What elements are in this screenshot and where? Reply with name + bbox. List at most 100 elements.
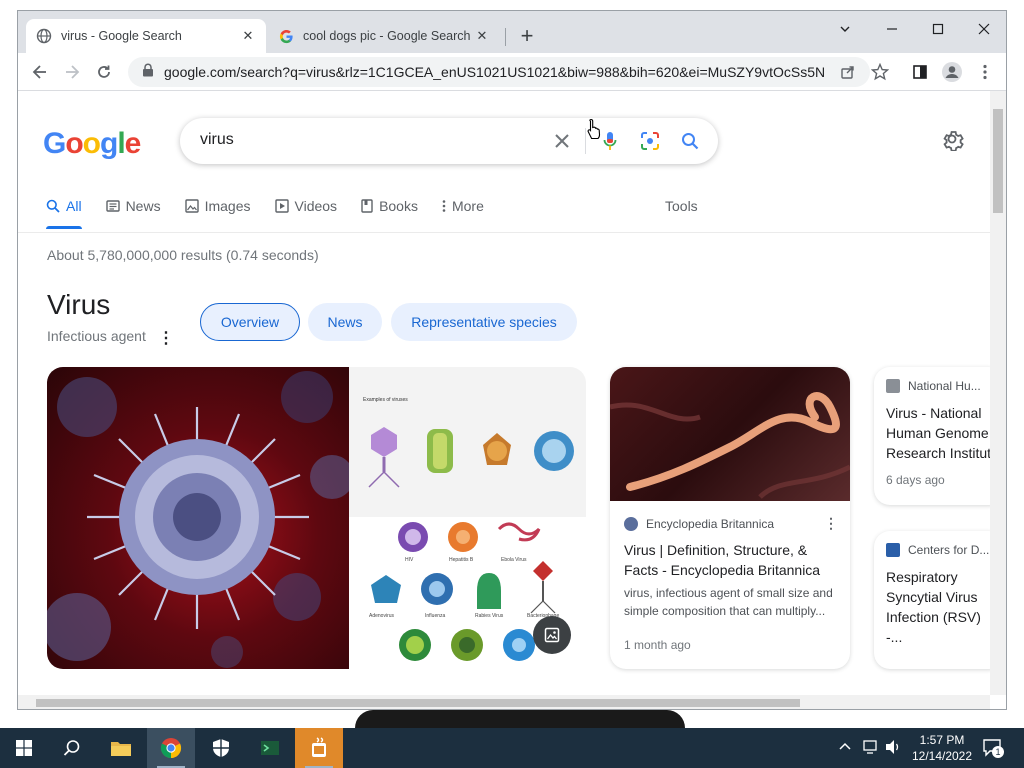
card-date: 1 month ago: [624, 638, 691, 652]
bookmark-star-icon[interactable]: [867, 59, 893, 85]
menu-kebab-icon[interactable]: [972, 59, 998, 85]
terminal-app-icon[interactable]: [246, 728, 294, 768]
source-name: National Hu...: [908, 379, 981, 393]
play-icon: [274, 199, 289, 213]
tab-cool-dogs[interactable]: cool dogs pic - Google Search ✕: [268, 19, 500, 53]
maximize-button[interactable]: [915, 15, 961, 43]
close-window-button[interactable]: [961, 15, 1006, 43]
browser-toolbar: google.com/search?q=virus&rlz=1C1GCEA_en…: [18, 53, 1006, 91]
search-results-page: Google virus All News Images Videos Book…: [18, 91, 990, 693]
grid-label: Influenza: [425, 613, 446, 619]
result-stats: About 5,780,000,000 results (0.74 second…: [47, 247, 319, 263]
new-tab-button[interactable]: +: [515, 25, 539, 49]
tab-close-icon[interactable]: ✕: [240, 28, 256, 44]
horizontal-scrollbar[interactable]: [18, 695, 990, 709]
more-vert-icon: [442, 199, 446, 213]
clock-time: 1:57 PM: [919, 733, 965, 747]
back-button[interactable]: [27, 59, 53, 85]
search-taskbar-icon[interactable]: [48, 728, 96, 768]
card-title[interactable]: Virus | Definition, Structure, & Facts -…: [624, 540, 838, 580]
scrollbar-thumb[interactable]: [36, 699, 800, 707]
file-explorer-icon[interactable]: [97, 728, 145, 768]
source-name: Centers for D...: [908, 543, 990, 557]
nav-label: News: [125, 198, 161, 214]
java-app-icon[interactable]: [295, 728, 343, 768]
image-icon: [184, 199, 199, 213]
start-button[interactable]: [0, 728, 48, 768]
card-source: Centers for D...: [886, 543, 990, 557]
forward-button[interactable]: [59, 59, 85, 85]
google-logo[interactable]: Google: [43, 127, 141, 161]
ebola-virus-image: [610, 367, 850, 501]
tab-images[interactable]: Images: [184, 191, 251, 221]
knowledge-panel-subtitle: Infectious agent: [47, 328, 146, 344]
card-snippet: virus, infectious agent of small size an…: [624, 586, 833, 618]
card-source: Encyclopedia Britannica: [624, 517, 774, 531]
tab-close-icon[interactable]: ✕: [474, 28, 490, 44]
tab-virus[interactable]: virus - Google Search ✕: [26, 19, 266, 53]
card-title[interactable]: Respiratory Syncytial Virus Infection (R…: [886, 567, 990, 647]
show-hidden-icons-chevron-icon[interactable]: [838, 740, 852, 759]
nav-label: All: [66, 198, 82, 214]
tab-videos[interactable]: Videos: [274, 191, 337, 221]
card-date: 6 days ago: [886, 473, 945, 487]
browser-window: virus - Google Search ✕ cool dogs pic - …: [17, 10, 1007, 710]
nav-label: More: [451, 198, 484, 214]
tab-search-chevron-icon[interactable]: [822, 15, 868, 43]
britannica-favicon-icon: [624, 517, 638, 531]
side-panel-icon[interactable]: [907, 59, 933, 85]
minimize-button[interactable]: [869, 15, 915, 43]
virus-image-main[interactable]: [47, 367, 349, 669]
image-gallery-button[interactable]: [533, 616, 571, 654]
desktop-wallpaper-shape: [355, 710, 685, 728]
result-card-cdc[interactable]: Centers for D... Respiratory Syncytial V…: [874, 531, 990, 669]
search-icon: [46, 199, 60, 213]
tab-news[interactable]: News: [105, 191, 161, 221]
grid-label: Hepatitis B: [449, 557, 474, 563]
url-text[interactable]: google.com/search?q=virus&rlz=1C1GCEA_en…: [164, 64, 824, 80]
share-icon[interactable]: [835, 59, 861, 85]
security-shield-icon[interactable]: [197, 728, 245, 768]
notifications-icon[interactable]: 1: [982, 737, 1004, 759]
lock-icon[interactable]: [142, 63, 154, 82]
knowledge-panel-title: Virus: [47, 289, 111, 320]
tools-button[interactable]: Tools: [665, 191, 698, 221]
result-card-genome[interactable]: National Hu... Virus - National Human Ge…: [874, 367, 990, 505]
settings-gear-icon[interactable]: [940, 127, 966, 153]
tab-books[interactable]: Books: [361, 191, 418, 221]
card-title[interactable]: Virus - National Human Genome Research I…: [886, 403, 990, 463]
tab-all[interactable]: All: [46, 191, 82, 229]
source-name: Encyclopedia Britannica: [646, 517, 775, 531]
vertical-scrollbar[interactable]: [990, 91, 1006, 695]
more-options-icon[interactable]: ⋮: [824, 515, 838, 532]
chrome-taskbar-icon[interactable]: [147, 728, 195, 768]
address-bar[interactable]: google.com/search?q=virus&rlz=1C1GCEA_en…: [128, 57, 870, 87]
chip-representative-species[interactable]: Representative species: [391, 303, 577, 341]
reload-button[interactable]: [91, 59, 117, 85]
cdc-favicon-icon: [886, 543, 900, 557]
search-box[interactable]: virus: [180, 118, 718, 164]
clear-search-icon[interactable]: [550, 129, 574, 153]
profile-avatar-icon[interactable]: [939, 59, 965, 85]
nhgri-favicon-icon: [886, 379, 900, 393]
tab-more[interactable]: More: [442, 191, 484, 221]
news-icon: [105, 199, 120, 213]
search-input[interactable]: virus: [200, 131, 234, 149]
tab-title: cool dogs pic - Google Search: [303, 29, 471, 43]
scrollbar-thumb[interactable]: [993, 109, 1003, 213]
camera-lens-icon[interactable]: [638, 129, 662, 153]
virus-diagram-image[interactable]: Examples of viruses: [349, 367, 586, 517]
chip-news[interactable]: News: [308, 303, 382, 341]
search-icon[interactable]: [678, 129, 702, 153]
card-source: National Hu...: [886, 379, 990, 393]
volume-icon[interactable]: [884, 739, 902, 760]
system-clock[interactable]: 1:57 PM 12/14/2022: [905, 732, 979, 764]
result-card-britannica[interactable]: Encyclopedia Britannica ⋮ Virus | Defini…: [610, 367, 850, 669]
tab-strip: virus - Google Search ✕ cool dogs pic - …: [18, 11, 1006, 53]
network-icon[interactable]: [862, 739, 880, 760]
grid-label: Ebola Virus: [501, 557, 527, 563]
chip-overview[interactable]: Overview: [200, 303, 300, 341]
more-options-icon[interactable]: ⋮: [158, 328, 174, 348]
hand-cursor-icon: [586, 118, 602, 145]
diagram-heading: Examples of viruses: [363, 397, 408, 403]
